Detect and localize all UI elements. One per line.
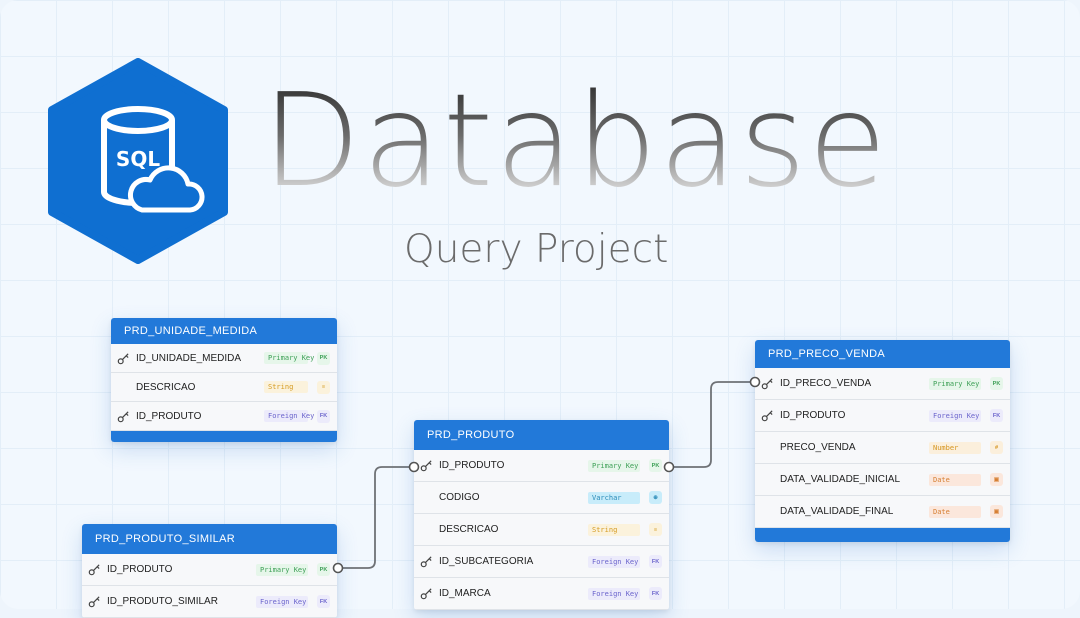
connector-node <box>408 461 420 473</box>
connector-node <box>749 376 761 388</box>
connector-nodes <box>332 376 761 574</box>
connector-node <box>663 461 675 473</box>
connector-node <box>332 562 344 574</box>
